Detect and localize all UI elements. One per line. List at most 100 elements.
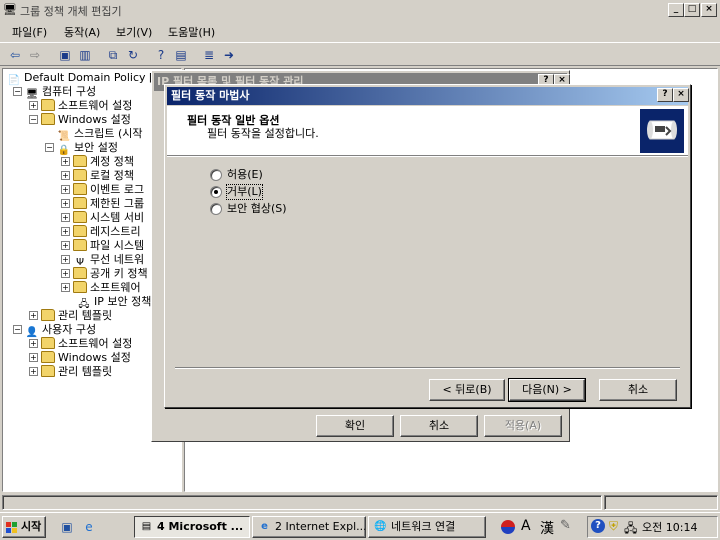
- wizard-title-bar[interactable]: 필터 동작 마법사: [167, 87, 688, 105]
- help-icon[interactable]: ?: [152, 46, 170, 64]
- expand-icon[interactable]: +: [29, 339, 38, 348]
- tree-item-root[interactable]: 📄 Default Domain Policy [I: [7, 71, 157, 86]
- expand-icon[interactable]: +: [29, 353, 38, 362]
- menu-action[interactable]: 동작(A): [64, 24, 100, 40]
- tree-item-software-settings[interactable]: + 소프트웨어 설정: [29, 99, 132, 113]
- internet-explorer-icon[interactable]: e: [80, 518, 98, 536]
- collapse-icon[interactable]: −: [29, 115, 38, 124]
- collapse-icon[interactable]: −: [13, 325, 22, 334]
- tree-item-account-policy[interactable]: + 계정 정책: [61, 155, 134, 169]
- folder-icon: [73, 239, 87, 251]
- maximize-button[interactable]: □: [684, 3, 700, 17]
- tree-item-registry[interactable]: + 레지스트리: [61, 225, 141, 239]
- menu-file[interactable]: 파일(F): [12, 24, 47, 40]
- ime-tool-icon[interactable]: ✎: [560, 518, 571, 533]
- menu-bar: 파일(F) 동작(A) 보기(V) 도움말(H): [0, 21, 720, 41]
- folder-icon: [41, 351, 55, 363]
- refresh-icon[interactable]: ↻: [124, 46, 142, 64]
- expand-icon[interactable]: +: [61, 227, 70, 236]
- menu-view[interactable]: 보기(V): [116, 24, 152, 40]
- tree-item-security-settings[interactable]: − 🔒 보안 설정: [45, 141, 118, 156]
- up-folder-icon[interactable]: ▣: [56, 46, 74, 64]
- expand-icon[interactable]: +: [61, 171, 70, 180]
- status-bar: [0, 493, 720, 511]
- wizard-close-button[interactable]: ×: [673, 88, 689, 102]
- radio-permit-label[interactable]: 허용(E): [227, 168, 263, 182]
- tree-item-user-windows-settings[interactable]: + Windows 설정: [29, 351, 131, 365]
- wizard-cancel-button[interactable]: 취소: [599, 379, 677, 401]
- ime-alpha-mode[interactable]: A: [521, 518, 531, 534]
- tree-item-user-admin-templates[interactable]: + 관리 템플릿: [29, 365, 112, 379]
- apply-button[interactable]: 적용(A): [484, 415, 562, 437]
- tree-item-public-key[interactable]: + 공개 키 정책: [61, 267, 148, 281]
- expand-icon[interactable]: +: [29, 311, 38, 320]
- folder-icon: [73, 281, 87, 293]
- start-button[interactable]: 시작: [2, 516, 46, 538]
- taskbar: 시작 ▣ e ▤ 4 Microsoft ... e 2 Internet Ex…: [0, 512, 720, 540]
- radio-block[interactable]: [210, 186, 222, 198]
- show-desktop-icon[interactable]: ▣: [58, 518, 76, 536]
- tree-item-windows-settings[interactable]: − Windows 설정: [29, 113, 131, 127]
- clock[interactable]: 오전 10:14: [642, 519, 697, 535]
- tree-item-admin-templates[interactable]: + 관리 템플릿: [29, 309, 112, 323]
- menu-help[interactable]: 도움말(H): [168, 24, 215, 40]
- back-arrow-icon[interactable]: ⇦: [6, 46, 24, 64]
- task-internet-explorer[interactable]: e 2 Internet Expl...: [252, 516, 366, 538]
- folder-icon: [41, 309, 55, 321]
- next-button[interactable]: 다음(N) >: [508, 378, 586, 402]
- ok-button[interactable]: 확인: [316, 415, 394, 437]
- expand-icon[interactable]: +: [61, 241, 70, 250]
- wizard-help-button[interactable]: ?: [657, 88, 673, 102]
- tree-item-system-services[interactable]: + 시스템 서비: [61, 211, 144, 225]
- ie-icon: e: [261, 521, 268, 532]
- expand-icon[interactable]: +: [61, 255, 70, 264]
- radio-negotiate-security[interactable]: [210, 203, 222, 215]
- expand-icon[interactable]: +: [61, 213, 70, 222]
- status-cell: [2, 495, 602, 510]
- forward-arrow-icon[interactable]: ⇨: [26, 46, 44, 64]
- tree-item-ip-security[interactable]: 🖧 IP 보안 정책: [77, 295, 151, 310]
- show-tree-icon[interactable]: ▥: [76, 46, 94, 64]
- expand-icon[interactable]: +: [29, 367, 38, 376]
- assign-icon[interactable]: ➜: [220, 46, 238, 64]
- close-button[interactable]: ×: [701, 3, 717, 17]
- tree-item-user-config[interactable]: − 👤 사용자 구성: [13, 323, 96, 338]
- expand-icon[interactable]: +: [61, 283, 70, 292]
- minimize-button[interactable]: _: [668, 3, 684, 17]
- radio-permit[interactable]: [210, 169, 222, 181]
- tree-item-scripts[interactable]: 📜 스크립트 (시작: [57, 127, 143, 142]
- back-button[interactable]: < 뒤로(B): [429, 379, 505, 401]
- task-network-connections[interactable]: 🌐 네트워크 연결: [368, 516, 486, 538]
- collapse-icon[interactable]: −: [45, 143, 54, 152]
- properties-icon[interactable]: ▤: [172, 46, 190, 64]
- tree-item-computer-config[interactable]: − 🖥 컴퓨터 구성: [13, 85, 96, 100]
- copy-icon[interactable]: ⧉: [104, 46, 122, 64]
- tree-item-software-restriction[interactable]: + 소프트웨어: [61, 281, 141, 295]
- folder-open-icon: [41, 113, 55, 125]
- tree-item-user-software-settings[interactable]: + 소프트웨어 설정: [29, 337, 132, 351]
- expand-icon[interactable]: +: [61, 199, 70, 208]
- expand-icon[interactable]: +: [61, 185, 70, 194]
- expand-icon[interactable]: +: [61, 269, 70, 278]
- tree-item-event-log[interactable]: + 이벤트 로그: [61, 183, 144, 197]
- dialog-cancel-button[interactable]: 취소: [400, 415, 478, 437]
- export-icon[interactable]: ≣: [200, 46, 218, 64]
- tree-item-local-policy[interactable]: + 로컬 정책: [61, 169, 134, 183]
- windows-logo-icon: [6, 521, 18, 533]
- collapse-icon[interactable]: −: [13, 87, 22, 96]
- tree-item-file-system[interactable]: + 파일 시스템: [61, 239, 144, 253]
- tree-item-restricted-groups[interactable]: + 제한된 그룹: [61, 197, 144, 211]
- ime-hanja-mode[interactable]: 漢: [540, 518, 554, 538]
- folder-icon: [73, 155, 87, 167]
- task-mmc[interactable]: ▤ 4 Microsoft ...: [134, 516, 250, 538]
- help-tray-icon[interactable]: ?: [591, 519, 605, 533]
- network-tray-icon[interactable]: 🖧: [624, 519, 637, 540]
- title-bar[interactable]: 🖥 그룹 정책 개체 편집기 _ □ ×: [0, 0, 720, 20]
- expand-icon[interactable]: +: [61, 157, 70, 166]
- radio-block-label[interactable]: 거부(L): [226, 184, 263, 200]
- shield-icon[interactable]: ⛨: [609, 519, 618, 534]
- expand-icon[interactable]: +: [29, 101, 38, 110]
- korean-ime-icon[interactable]: [501, 520, 515, 534]
- radio-negotiate-security-label[interactable]: 보안 협상(S): [227, 202, 287, 216]
- tree-item-wireless[interactable]: + Ψ 무선 네트워: [61, 253, 144, 268]
